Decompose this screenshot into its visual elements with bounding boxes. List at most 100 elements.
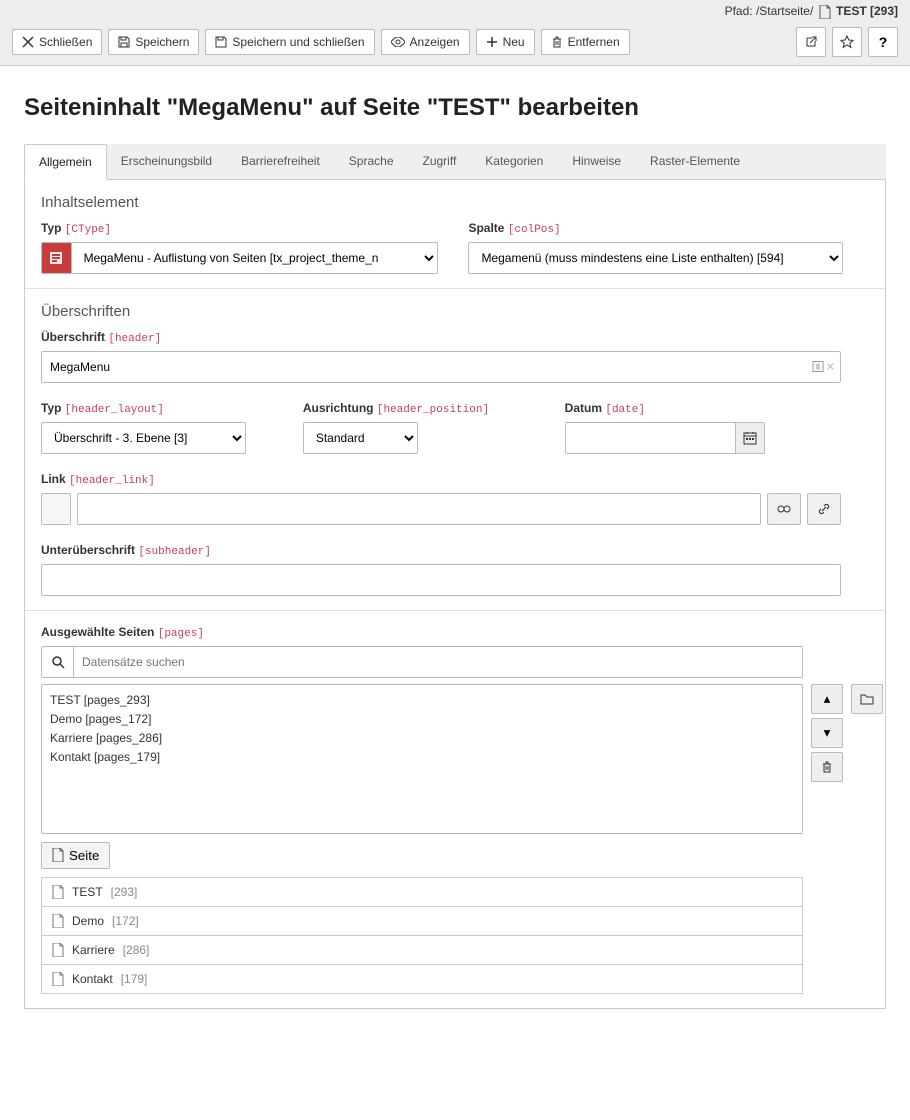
date-picker-button[interactable] bbox=[736, 422, 765, 454]
browse-pages-button[interactable] bbox=[851, 684, 883, 714]
add-page-record-button[interactable]: Seite bbox=[41, 842, 110, 869]
tab-barrierefreiheit[interactable]: Barrierefreiheit bbox=[227, 144, 335, 179]
breadcrumb-path: /Startseite/ bbox=[756, 4, 813, 18]
page-icon bbox=[52, 914, 64, 928]
input-toggle-icons[interactable]: ✕ bbox=[812, 360, 835, 373]
view-button[interactable]: Anzeigen bbox=[381, 29, 470, 55]
page-title: Seiteninhalt "MegaMenu" auf Seite "TEST"… bbox=[24, 94, 886, 122]
move-down-button[interactable]: ▾ bbox=[811, 718, 843, 748]
delete-item-button[interactable] bbox=[811, 752, 843, 782]
header-link-label: Link [header_link] bbox=[41, 472, 869, 487]
header-input[interactable] bbox=[41, 351, 841, 383]
tab-erscheinungsbild[interactable]: Erscheinungsbild bbox=[107, 144, 227, 179]
tab-bar: Allgemein Erscheinungsbild Barrierefreih… bbox=[24, 144, 886, 180]
folder-icon bbox=[860, 693, 874, 705]
add-page-label: Seite bbox=[69, 848, 99, 863]
page-icon bbox=[52, 943, 64, 957]
pages-search-input[interactable] bbox=[74, 647, 802, 677]
related-page-item[interactable]: Karriere [286] bbox=[41, 936, 803, 965]
save-button[interactable]: Speichern bbox=[108, 29, 199, 55]
header-label: Überschrift [header] bbox=[41, 330, 869, 345]
new-label: Neu bbox=[503, 35, 525, 49]
breadcrumb-current[interactable]: TEST [293] bbox=[836, 4, 898, 18]
eye-icon bbox=[391, 37, 405, 47]
related-id: [179] bbox=[121, 972, 148, 986]
page-icon bbox=[52, 972, 64, 986]
related-page-item[interactable]: Demo [172] bbox=[41, 907, 803, 936]
tab-hinweise[interactable]: Hinweise bbox=[558, 144, 636, 179]
tab-zugriff[interactable]: Zugriff bbox=[409, 144, 472, 179]
save-label: Speichern bbox=[135, 35, 189, 49]
ctype-label: Typ [CType] bbox=[41, 221, 438, 236]
tab-raster[interactable]: Raster-Elemente bbox=[636, 144, 755, 179]
close-icon bbox=[22, 36, 34, 48]
header-layout-label: Typ [header_layout] bbox=[41, 401, 273, 416]
arrow-up-icon: ▴ bbox=[824, 691, 831, 707]
open-external-button[interactable] bbox=[796, 27, 826, 57]
related-page-item[interactable]: Kontakt [179] bbox=[41, 965, 803, 994]
related-id: [293] bbox=[111, 885, 138, 899]
tab-sprache[interactable]: Sprache bbox=[335, 144, 409, 179]
remove-button[interactable]: Entfernen bbox=[541, 29, 630, 55]
related-id: [286] bbox=[123, 943, 150, 957]
help-icon: ? bbox=[879, 34, 888, 50]
content-element-heading: Inhaltselement bbox=[41, 194, 869, 211]
page-icon bbox=[52, 848, 64, 862]
headers-heading: Überschriften bbox=[41, 303, 869, 320]
date-input[interactable] bbox=[565, 422, 736, 454]
new-button[interactable]: Neu bbox=[476, 29, 535, 55]
trash-icon bbox=[821, 761, 833, 773]
move-up-button[interactable]: ▴ bbox=[811, 684, 843, 714]
colpos-select[interactable]: Megamenü (muss mindestens eine Liste ent… bbox=[468, 242, 843, 274]
ctype-select[interactable]: MegaMenu - Auflistung von Seiten [tx_pro… bbox=[71, 242, 439, 274]
star-icon bbox=[840, 35, 854, 49]
page-icon bbox=[819, 5, 831, 19]
save-icon bbox=[118, 36, 130, 48]
related-title: Kontakt bbox=[72, 972, 113, 986]
section-content-element: Inhaltselement Typ [CType] MegaMenu - Au… bbox=[25, 180, 885, 289]
remove-label: Entfernen bbox=[568, 35, 620, 49]
arrow-down-icon: ▾ bbox=[824, 725, 831, 741]
related-title: Demo bbox=[72, 914, 104, 928]
page-icon bbox=[52, 885, 64, 899]
breadcrumb-label: Pfad: bbox=[725, 4, 753, 18]
calendar-icon bbox=[743, 431, 757, 445]
section-pages: Ausgewählte Seiten [pages] TEST [pages_2… bbox=[25, 611, 885, 1008]
view-label: Anzeigen bbox=[410, 35, 460, 49]
bookmark-button[interactable] bbox=[832, 27, 862, 57]
colpos-label: Spalte [colPos] bbox=[468, 221, 865, 236]
toolbar: Schließen Speichern Speichern und schlie… bbox=[0, 19, 910, 66]
link-wizard-button[interactable] bbox=[767, 493, 801, 525]
header-position-label: Ausrichtung [header_position] bbox=[303, 401, 535, 416]
link-browse-button[interactable] bbox=[807, 493, 841, 525]
subheader-input[interactable] bbox=[41, 564, 841, 596]
related-id: [172] bbox=[112, 914, 139, 928]
subheader-label: Unterüberschrift [subheader] bbox=[41, 543, 869, 558]
plus-icon bbox=[486, 36, 498, 48]
pages-list[interactable]: TEST [pages_293] Demo [pages_172] Karrie… bbox=[41, 684, 803, 834]
search-icon bbox=[42, 647, 74, 677]
header-position-select[interactable]: Standard bbox=[303, 422, 418, 454]
save-close-label: Speichern und schließen bbox=[232, 35, 364, 49]
link-type-indicator bbox=[41, 493, 71, 525]
save-close-button[interactable]: Speichern und schließen bbox=[205, 29, 374, 55]
related-pages-list: TEST [293] Demo [172] Karriere [286] Kon… bbox=[41, 877, 803, 994]
ctype-icon bbox=[41, 242, 71, 274]
close-label: Schließen bbox=[39, 35, 92, 49]
section-headers: Überschriften Überschrift [header] ✕ Typ… bbox=[25, 289, 885, 611]
tab-allgemein[interactable]: Allgemein bbox=[24, 144, 107, 180]
external-icon bbox=[804, 35, 818, 49]
header-layout-select[interactable]: Überschrift - 3. Ebene [3] bbox=[41, 422, 246, 454]
link-icon bbox=[817, 502, 831, 516]
link-wizard-icon bbox=[777, 502, 791, 516]
tab-kategorien[interactable]: Kategorien bbox=[471, 144, 558, 179]
close-button[interactable]: Schließen bbox=[12, 29, 102, 55]
header-link-input[interactable] bbox=[77, 493, 761, 525]
help-button[interactable]: ? bbox=[868, 27, 898, 57]
related-page-item[interactable]: TEST [293] bbox=[41, 877, 803, 907]
breadcrumb: Pfad: /Startseite/ TEST [293] bbox=[0, 0, 910, 19]
pages-label: Ausgewählte Seiten [pages] bbox=[41, 625, 869, 640]
related-title: TEST bbox=[72, 885, 103, 899]
related-title: Karriere bbox=[72, 943, 115, 957]
date-label: Datum [date] bbox=[565, 401, 797, 416]
